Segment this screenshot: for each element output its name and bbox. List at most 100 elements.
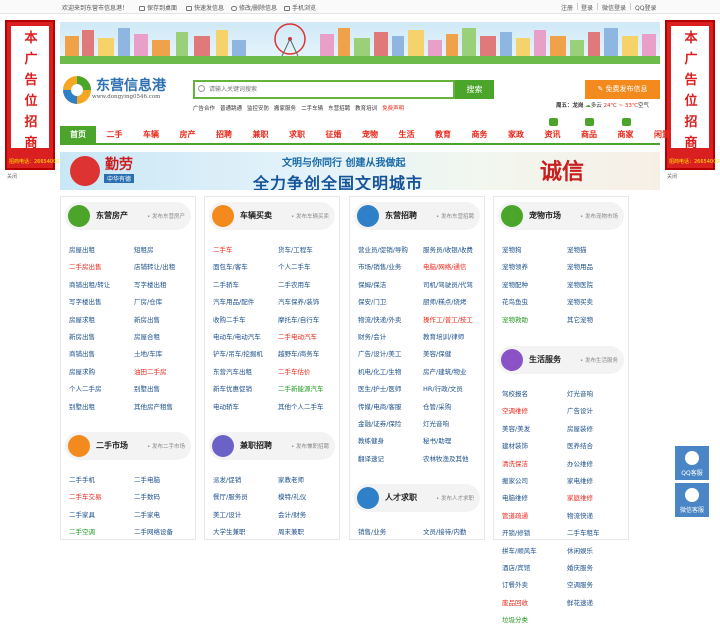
nav-item[interactable]: 求职 <box>279 126 315 143</box>
category-link[interactable]: 房屋求购 <box>69 366 95 376</box>
category-link[interactable]: 个人二手房 <box>69 383 102 393</box>
category-link[interactable]: 美容/保健 <box>423 348 451 358</box>
category-link[interactable]: 广告/设计/美工 <box>358 348 401 358</box>
publish-button[interactable]: ✎ 免费发布信息 <box>585 80 660 99</box>
category-link[interactable]: 二手车 <box>213 244 233 254</box>
category-link[interactable]: 宠物领养 <box>502 261 528 271</box>
category-link[interactable]: 东营汽车出租 <box>213 366 252 376</box>
category-link[interactable]: 建材装饰 <box>502 440 528 450</box>
category-link[interactable]: 越野车/商务车 <box>278 348 319 358</box>
category-link[interactable]: 收购二手车 <box>213 314 246 324</box>
category-link[interactable]: 宠物买卖 <box>567 296 593 306</box>
category-link[interactable]: 别墅出租 <box>69 401 95 411</box>
section-publish-link[interactable]: • 发布东营招聘 <box>436 212 474 220</box>
category-link[interactable]: 物流快递 <box>567 510 593 520</box>
category-link[interactable]: 医养结合 <box>567 440 593 450</box>
category-link[interactable]: 花鸟鱼虫 <box>502 296 528 306</box>
category-link[interactable]: 短租房 <box>134 244 154 254</box>
category-link[interactable]: 摩托车/自行车 <box>278 314 319 324</box>
category-link[interactable]: 汽车用品/配件 <box>213 296 254 306</box>
category-link[interactable]: 其他个人二手车 <box>278 401 324 411</box>
category-link[interactable]: 二手车估价 <box>278 366 311 376</box>
category-link[interactable]: 家教老师 <box>278 474 304 484</box>
category-link[interactable]: 二手电动汽车 <box>278 331 317 341</box>
category-link[interactable]: 房屋合租 <box>134 331 160 341</box>
hot-link[interactable]: 普通跳通 <box>220 106 242 112</box>
category-link[interactable]: 驾校报名 <box>502 388 528 398</box>
category-link[interactable]: 订餐外卖 <box>502 579 528 589</box>
hot-link[interactable]: 广告合作 <box>193 106 215 112</box>
close-left-ad[interactable]: 关闭 <box>7 173 17 180</box>
wechat-service-button[interactable]: 微信客服 <box>675 483 709 517</box>
right-side-ad[interactable]: 本广告位招商 招商电话：2665400026 <box>665 20 720 170</box>
category-link[interactable]: 宠物医院 <box>567 279 593 289</box>
nav-item[interactable]: 商家 <box>608 126 644 143</box>
category-link[interactable]: 传媒/电商/客服 <box>358 401 401 411</box>
section-publish-link[interactable]: • 发布东营房产 <box>147 212 185 220</box>
category-link[interactable]: 二手新能源汽车 <box>278 383 324 393</box>
category-link[interactable]: 房产/建筑/物业 <box>423 366 466 376</box>
category-link[interactable]: 拼车/顺风车 <box>502 545 537 555</box>
category-link[interactable]: 金融/证券/保险 <box>358 418 401 428</box>
category-link[interactable]: 新房出售 <box>134 314 160 324</box>
category-link[interactable]: 房屋求租 <box>69 314 95 324</box>
nav-item[interactable]: 商务 <box>462 126 498 143</box>
category-link[interactable]: HR/行政/文员 <box>423 383 463 393</box>
category-link[interactable]: 财务/会计 <box>358 331 386 341</box>
category-link[interactable]: 房屋出租 <box>69 244 95 254</box>
category-link[interactable]: 土地/车库 <box>134 348 162 358</box>
search-input[interactable] <box>209 84 449 95</box>
category-link[interactable]: 二手网络设备 <box>134 526 173 536</box>
edit-delete-link[interactable]: 修改/删除信息 <box>231 3 277 12</box>
category-link[interactable]: 家庭维修 <box>567 492 593 502</box>
nav-item[interactable]: 首页 <box>60 126 96 143</box>
category-link[interactable]: 模特/礼仪 <box>278 491 306 501</box>
category-link[interactable]: 清洗保洁 <box>502 458 528 468</box>
section-publish-link[interactable]: • 发布兼职招聘 <box>291 442 329 450</box>
category-link[interactable]: 翻译速记 <box>358 453 384 463</box>
nav-item[interactable]: 闲置 <box>644 126 680 143</box>
hot-link[interactable]: 免费声明 <box>382 106 404 112</box>
category-link[interactable]: 二手农用车 <box>278 279 311 289</box>
category-link[interactable]: 二手手机 <box>69 474 95 484</box>
hot-link[interactable]: 教育培训 <box>355 106 377 112</box>
category-link[interactable]: 二手家电 <box>134 509 160 519</box>
category-link[interactable]: 个人二手车 <box>278 261 311 271</box>
category-link[interactable]: 大学生兼职 <box>213 526 246 536</box>
category-link[interactable]: 餐厅/服务员 <box>213 491 248 501</box>
nav-item[interactable]: 资讯 <box>535 126 571 143</box>
category-link[interactable]: 医生/护士/医师 <box>358 383 401 393</box>
wechat-login-link[interactable]: 微信登录 <box>602 3 626 12</box>
category-link[interactable]: 油田二手房 <box>134 366 167 376</box>
category-link[interactable]: 灯光音响 <box>423 418 449 428</box>
category-link[interactable]: 别墅出售 <box>134 383 160 393</box>
category-link[interactable]: 农林牧渔及其他 <box>423 453 469 463</box>
category-link[interactable]: 派发/促销 <box>213 474 241 484</box>
category-link[interactable]: 保安/门卫 <box>358 296 386 306</box>
quick-post-link[interactable]: 快速发信息 <box>186 3 224 12</box>
category-link[interactable]: 面包车/客车 <box>213 261 248 271</box>
category-link[interactable]: 操作工/普工/技工 <box>423 314 473 324</box>
nav-item[interactable]: 二手 <box>97 126 133 143</box>
qq-login-link[interactable]: QQ登录 <box>635 3 656 12</box>
category-link[interactable]: 灯光音响 <box>567 388 593 398</box>
category-link[interactable]: 空调服务 <box>567 579 593 589</box>
nav-item[interactable]: 车辆 <box>133 126 169 143</box>
category-link[interactable]: 汽车保养/装饰 <box>278 296 319 306</box>
category-link[interactable]: 空调维修 <box>502 405 528 415</box>
category-link[interactable]: 电动轿车 <box>213 401 239 411</box>
category-link[interactable]: 二手电脑 <box>134 474 160 484</box>
category-link[interactable]: 写字楼出租 <box>134 279 167 289</box>
category-link[interactable]: 其它宠物 <box>567 314 593 324</box>
category-link[interactable]: 办公维修 <box>567 458 593 468</box>
category-link[interactable]: 废品回收 <box>502 597 528 607</box>
site-logo[interactable]: 东营信息港 www.dongying0546.com <box>62 73 182 107</box>
category-link[interactable]: 写字楼出售 <box>69 296 102 306</box>
category-link[interactable]: 垃圾分类 <box>502 614 528 624</box>
nav-item[interactable]: 商品 <box>571 126 607 143</box>
category-link[interactable]: 宠物狗 <box>502 244 522 254</box>
category-link[interactable]: 婚庆服务 <box>567 562 593 572</box>
category-link[interactable]: 美工/设计 <box>213 509 241 519</box>
category-link[interactable]: 二手轿车 <box>213 279 239 289</box>
category-link[interactable]: 宠物猫 <box>567 244 587 254</box>
